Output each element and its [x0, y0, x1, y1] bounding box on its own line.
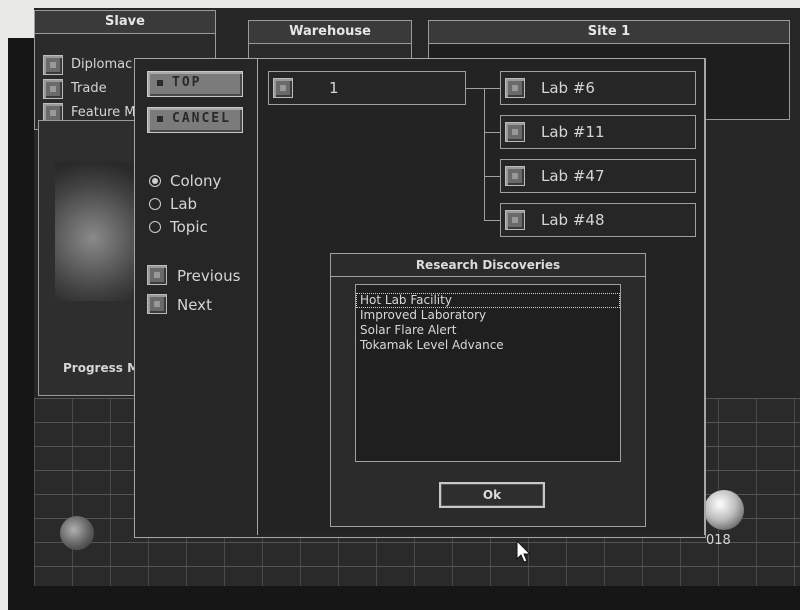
- next-button[interactable]: [147, 294, 167, 314]
- ok-button[interactable]: Ok: [439, 482, 545, 508]
- research-discoveries-title: Research Discoveries: [331, 254, 645, 277]
- lab-node[interactable]: Lab #48: [500, 203, 696, 237]
- cancel-button[interactable]: CANCEL: [147, 107, 243, 133]
- slave-window-title: Slave: [35, 11, 215, 34]
- trade-label: Trade: [71, 81, 107, 96]
- radio-lab[interactable]: [149, 198, 161, 210]
- lab-node-label: Lab #47: [541, 167, 605, 185]
- diplomacy-button[interactable]: [43, 55, 63, 75]
- moon-icon: [704, 490, 744, 530]
- discoveries-list[interactable]: Hot Lab Facility Improved Laboratory Sol…: [355, 284, 621, 462]
- connector-lab-11: [484, 132, 500, 133]
- colony-node-label: 1: [329, 79, 339, 97]
- progress-label: Progress M: [63, 361, 140, 375]
- connector-lab-47: [484, 176, 500, 177]
- top-button-label: TOP: [172, 75, 202, 90]
- list-item[interactable]: Solar Flare Alert: [356, 323, 620, 338]
- cancel-button-dot: [157, 116, 163, 122]
- research-discoveries-dialog: Research Discoveries Hot Lab Facility Im…: [330, 253, 646, 527]
- tree-panel: 1 Lab #6 Lab #11 Lab #47 Lab #48 Researc…: [257, 59, 705, 535]
- previous-label: Previous: [177, 267, 241, 285]
- lab-node[interactable]: Lab #11: [500, 115, 696, 149]
- radio-topic[interactable]: [149, 221, 161, 233]
- list-item[interactable]: Hot Lab Facility: [356, 293, 620, 308]
- colony-node-button[interactable]: [273, 78, 293, 98]
- cancel-button-label: CANCEL: [172, 111, 231, 126]
- lab-node-label: Lab #48: [541, 211, 605, 229]
- radio-lab-label: Lab: [170, 195, 198, 213]
- radio-colony[interactable]: [149, 175, 161, 187]
- next-label: Next: [177, 296, 212, 314]
- trade-button[interactable]: [43, 79, 63, 99]
- lab-node[interactable]: Lab #47: [500, 159, 696, 193]
- research-window: TOP CANCEL Colony Lab Topic Previous Nex…: [134, 58, 706, 538]
- lab-node-button[interactable]: [505, 122, 525, 142]
- connector-trunk: [484, 88, 485, 220]
- connector-root: [466, 88, 486, 89]
- radio-topic-label: Topic: [170, 218, 208, 236]
- radio-colony-label: Colony: [170, 172, 222, 190]
- diplomacy-label: Diplomac: [71, 57, 133, 72]
- lab-node-button[interactable]: [505, 78, 525, 98]
- previous-button[interactable]: [147, 265, 167, 285]
- lab-node-label: Lab #6: [541, 79, 595, 97]
- mouse-cursor-icon: [516, 540, 532, 563]
- list-item[interactable]: Tokamak Level Advance: [356, 338, 620, 353]
- warehouse-title: Warehouse: [249, 21, 411, 44]
- colony-node[interactable]: 1: [268, 71, 466, 105]
- counter-readout: 018: [706, 533, 731, 548]
- planet-icon: [60, 516, 94, 550]
- connector-lab-6: [484, 88, 500, 89]
- lab-node-button[interactable]: [505, 210, 525, 230]
- lab-node-button[interactable]: [505, 166, 525, 186]
- connector-lab-48: [484, 220, 500, 221]
- lab-node-label: Lab #11: [541, 123, 605, 141]
- feature-label: Feature M: [71, 105, 136, 120]
- top-button[interactable]: TOP: [147, 71, 243, 97]
- list-item[interactable]: Improved Laboratory: [356, 308, 620, 323]
- site-title: Site 1: [429, 21, 789, 44]
- progress-panel: Progress M: [38, 120, 149, 396]
- top-button-dot: [157, 80, 163, 86]
- lab-node[interactable]: Lab #6: [500, 71, 696, 105]
